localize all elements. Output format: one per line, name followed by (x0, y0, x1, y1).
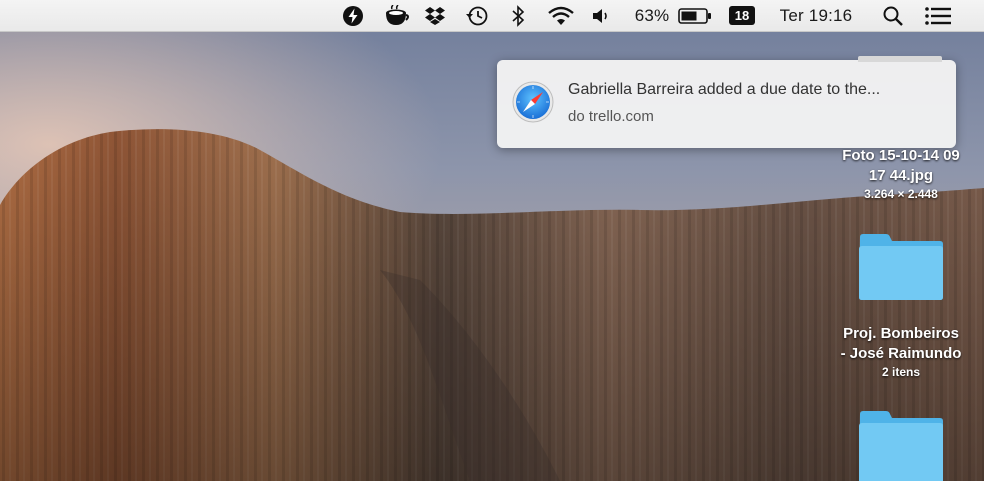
notification-title: Gabriella Barreira added a due date to t… (568, 81, 881, 98)
notification-subtitle: do trello.com (568, 108, 654, 125)
dropbox-icon[interactable] (422, 0, 448, 31)
time-machine-icon[interactable] (463, 0, 491, 31)
menubar-clock[interactable]: Ter 19:16 (768, 0, 864, 31)
photo-dimensions: 3.264 × 2.448 (864, 187, 938, 201)
photo-name-line2: 17 44.jpg (868, 167, 934, 184)
notification-banner[interactable]: Gabriella Barreira added a due date to t… (497, 60, 956, 148)
bluetooth-icon[interactable] (508, 0, 528, 31)
desktop-item-folder[interactable]: Proj. Bombeiros - José Raimundo 2 itens (818, 324, 984, 380)
folder-item-count: 2 itens (881, 365, 920, 379)
lightning-icon[interactable] (340, 0, 366, 31)
coffee-cup-icon[interactable] (381, 0, 411, 31)
volume-icon[interactable] (589, 0, 613, 31)
folder-icon[interactable] (858, 233, 944, 301)
battery-percentage: 63% (634, 5, 670, 25)
safari-compass-icon (512, 81, 554, 123)
wifi-icon[interactable] (545, 0, 577, 31)
folder-icon[interactable] (858, 410, 944, 481)
battery-icon[interactable] (676, 0, 714, 31)
calendar-icon[interactable]: 18 (728, 0, 756, 31)
photo-name-line1: Foto 15-10-14 09 (842, 147, 960, 164)
spotlight-search-icon[interactable] (880, 0, 906, 31)
photo-file-thumbnail[interactable] (858, 56, 942, 62)
menu-bar: 63% 18 Ter 19:16 (0, 0, 984, 32)
folder-name-line2: - José Raimundo (840, 345, 962, 362)
folder-name-line1: Proj. Bombeiros (843, 325, 959, 342)
desktop-item-photo[interactable]: Foto 15-10-14 09 17 44.jpg 3.264 × 2.448 (818, 146, 984, 202)
calendar-day-badge: 18 (729, 6, 755, 25)
notification-center-icon[interactable] (922, 0, 954, 31)
